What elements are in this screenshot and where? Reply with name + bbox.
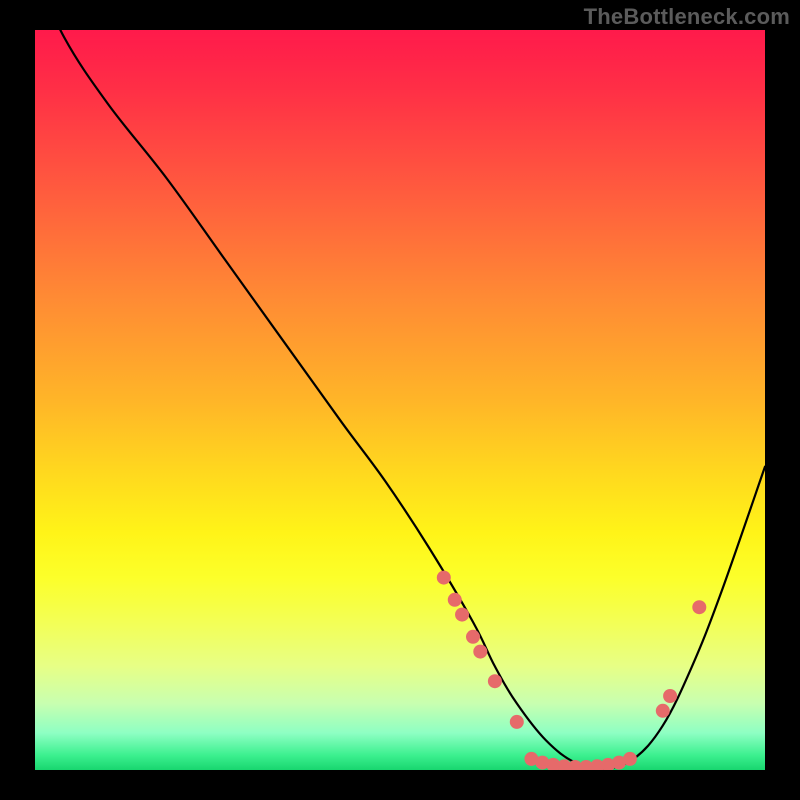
curve-marker [510,715,524,729]
curve-marker [623,752,637,766]
curve-marker [455,608,469,622]
curve-marker [473,645,487,659]
curve-markers [437,571,707,770]
curve-marker [437,571,451,585]
curve-marker [663,689,677,703]
curve-marker [488,674,502,688]
curve-marker [656,704,670,718]
curve-marker [448,593,462,607]
bottleneck-curve [35,30,765,769]
watermark-text: TheBottleneck.com [584,4,790,30]
plot-area [35,30,765,770]
curve-marker [692,600,706,614]
curve-layer [35,30,765,770]
chart-stage: TheBottleneck.com [0,0,800,800]
curve-marker [466,630,480,644]
